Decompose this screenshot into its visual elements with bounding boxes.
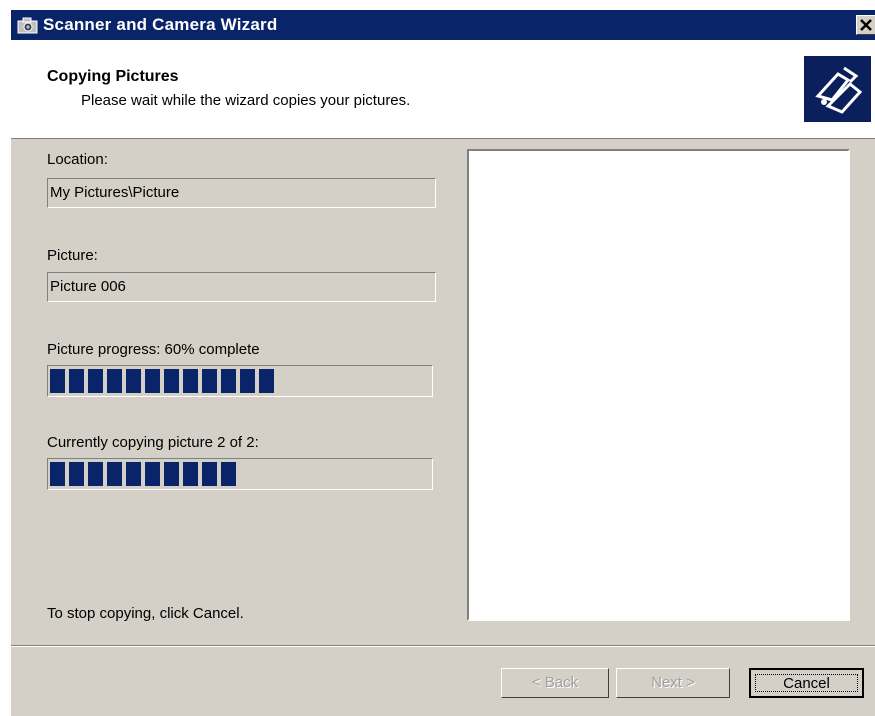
cancel-button[interactable]: Cancel [749,668,864,698]
next-button[interactable]: Next > [616,668,730,698]
overall-progress-bar [47,458,433,490]
picture-progress-label: Picture progress: 60% complete [47,341,260,358]
picture-field: Picture 006 [47,272,436,302]
picture-progress-bar [47,365,433,397]
location-label: Location: [47,151,108,168]
picture-preview [467,149,850,621]
back-button-label: < Back [531,674,579,691]
camera-icon [17,15,39,35]
window-title: Scanner and Camera Wizard [43,15,278,34]
picture-label: Picture: [47,247,98,264]
wizard-logo-icon [804,56,871,122]
next-button-label: Next > [651,674,695,691]
stop-hint: To stop copying, click Cancel. [47,605,244,622]
overall-progress-label: Currently copying picture 2 of 2: [47,434,259,451]
page-title: Copying Pictures [47,68,179,85]
cancel-button-label: Cancel [783,675,830,692]
title-bar[interactable]: Scanner and Camera Wizard [11,10,875,40]
back-button[interactable]: < Back [501,668,609,698]
page-subtitle: Please wait while the wizard copies your… [81,92,411,109]
close-button[interactable] [856,15,875,35]
picture-progress-fill [50,369,278,393]
footer-divider [11,645,875,647]
wizard-window: Scanner and Camera Wizard Copying Pictur… [10,10,875,716]
location-field: My Pictures\Picture [47,178,436,208]
close-icon [857,19,875,38]
overall-progress-fill [50,462,240,486]
wizard-header: Copying Pictures Please wait while the w… [11,40,875,139]
